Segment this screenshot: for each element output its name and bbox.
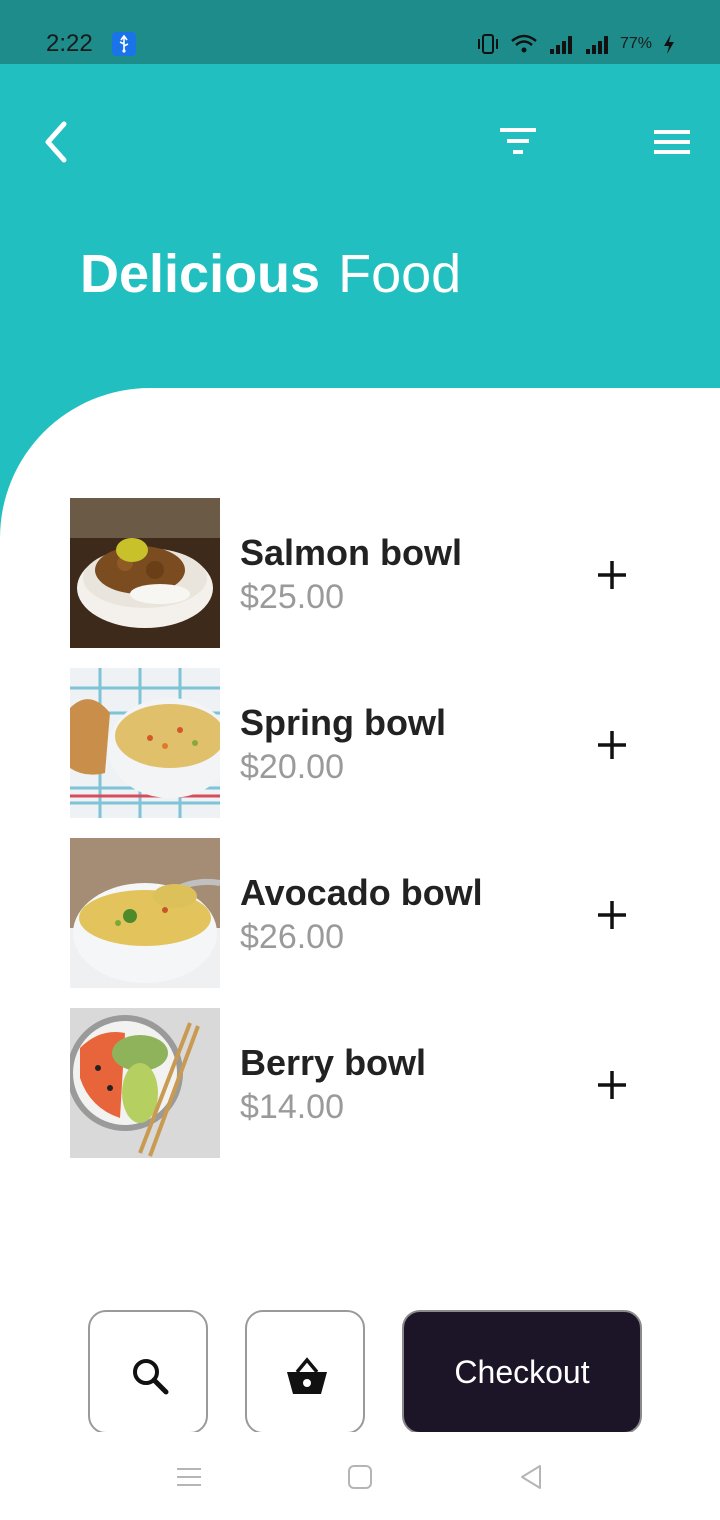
status-bar: 2:22 77% bbox=[0, 0, 720, 64]
search-button[interactable] bbox=[88, 1310, 208, 1434]
add-button[interactable] bbox=[590, 1063, 634, 1107]
back-icon[interactable] bbox=[516, 1462, 546, 1492]
charging-icon bbox=[664, 34, 674, 54]
item-name: Berry bowl bbox=[240, 1042, 427, 1083]
hamburger-menu-icon bbox=[654, 130, 690, 154]
search-icon bbox=[133, 1359, 169, 1395]
list-item[interactable]: Avocado bowl $26.00 bbox=[70, 838, 670, 988]
status-time: 2:22 bbox=[46, 30, 93, 57]
item-price: $25.00 bbox=[240, 578, 344, 616]
plus-icon bbox=[598, 901, 626, 929]
basket-icon bbox=[287, 1357, 327, 1394]
title-bold: Delicious bbox=[80, 244, 321, 304]
item-price: $26.00 bbox=[240, 918, 344, 956]
wifi-icon bbox=[511, 34, 537, 53]
recent-apps-icon[interactable] bbox=[174, 1462, 204, 1492]
filter-button[interactable] bbox=[496, 124, 540, 160]
item-price: $20.00 bbox=[240, 748, 344, 786]
food-image bbox=[70, 668, 220, 818]
menu-button[interactable] bbox=[650, 126, 694, 162]
plus-icon bbox=[598, 731, 626, 759]
item-name: Avocado bowl bbox=[240, 872, 483, 913]
list-item[interactable]: Salmon bowl $25.00 bbox=[70, 498, 670, 648]
list-item[interactable]: Berry bowl $14.00 bbox=[70, 1008, 670, 1158]
title-light: Food bbox=[338, 244, 462, 304]
add-button[interactable] bbox=[590, 723, 634, 767]
vibrate-icon bbox=[477, 34, 498, 54]
filter-icon bbox=[500, 128, 536, 154]
list-item[interactable]: Spring bowl $20.00 bbox=[70, 668, 670, 818]
status-icons: 77% bbox=[476, 30, 676, 58]
checkout-button[interactable]: Checkout bbox=[402, 1310, 642, 1434]
food-image bbox=[70, 498, 220, 648]
page-title: Delicious Food bbox=[80, 244, 461, 304]
signal-icon bbox=[549, 36, 572, 54]
food-image bbox=[70, 1008, 220, 1158]
add-button[interactable] bbox=[590, 893, 634, 937]
home-icon[interactable] bbox=[345, 1462, 375, 1492]
back-arrow-icon bbox=[45, 121, 67, 163]
plus-icon bbox=[598, 1071, 626, 1099]
usb-icon bbox=[112, 32, 136, 56]
item-name: Salmon bowl bbox=[240, 532, 463, 573]
checkout-label: Checkout bbox=[454, 1353, 590, 1390]
signal-icon bbox=[585, 36, 608, 54]
item-name: Spring bowl bbox=[240, 702, 446, 743]
battery-percentage: 77% bbox=[619, 35, 652, 52]
back-button[interactable] bbox=[36, 120, 76, 164]
plus-icon bbox=[598, 561, 626, 589]
add-button[interactable] bbox=[590, 553, 634, 597]
item-price: $14.00 bbox=[240, 1088, 344, 1126]
basket-button[interactable] bbox=[245, 1310, 365, 1434]
food-image bbox=[70, 838, 220, 988]
system-nav-bar bbox=[0, 1432, 720, 1520]
